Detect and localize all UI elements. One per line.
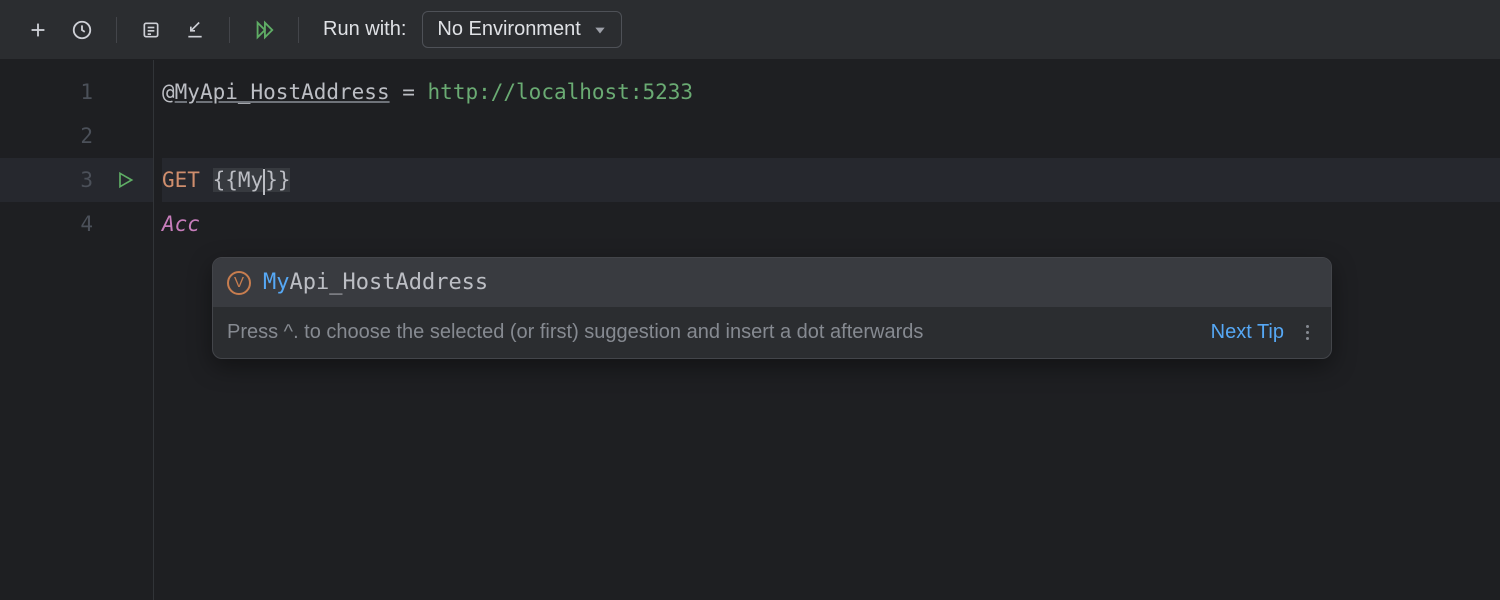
history-icon[interactable] [64,12,100,48]
environment-value: No Environment [437,18,580,41]
variable-icon: V [227,271,251,295]
gutter-line[interactable]: 4 [0,202,153,246]
autocomplete-hint-row: Press ^. to choose the selected (or firs… [213,307,1331,358]
toolbar-divider [298,17,299,43]
toolbar-divider [116,17,117,43]
run-all-icon[interactable] [246,12,282,48]
gutter-line[interactable]: 1 [0,70,153,114]
structure-icon[interactable] [133,12,169,48]
run-with-label: Run with: [323,18,406,41]
gutter-line[interactable]: 3 [0,158,153,202]
add-icon[interactable] [20,12,56,48]
hint-text: Press ^. to choose the selected (or firs… [227,321,1197,344]
chevron-down-icon [593,23,607,37]
text-cursor [263,169,265,195]
toolbar-divider [229,17,230,43]
gutter-line[interactable]: 2 [0,114,153,158]
environment-dropdown[interactable]: No Environment [422,11,621,48]
code-line-3[interactable]: GET {{My}} [162,158,1500,202]
autocomplete-popup: V MyApi_HostAddress Press ^. to choose t… [212,257,1332,359]
run-request-icon[interactable] [115,170,135,190]
editor-area: 1 2 3 4 @MyApi_HostAddress = http://loca… [0,60,1500,600]
import-icon[interactable] [177,12,213,48]
autocomplete-suggestion[interactable]: V MyApi_HostAddress [213,258,1331,307]
code-line-2[interactable] [162,114,1500,158]
suggestion-text: MyApi_HostAddress [263,270,488,295]
toolbar: Run with: No Environment [0,0,1500,60]
next-tip-link[interactable]: Next Tip [1211,321,1284,344]
more-options-icon[interactable] [1298,325,1317,340]
code-line-4[interactable]: Acc [162,202,1500,246]
code-line-1[interactable]: @MyApi_HostAddress = http://localhost:52… [162,70,1500,114]
gutter: 1 2 3 4 [0,60,154,600]
